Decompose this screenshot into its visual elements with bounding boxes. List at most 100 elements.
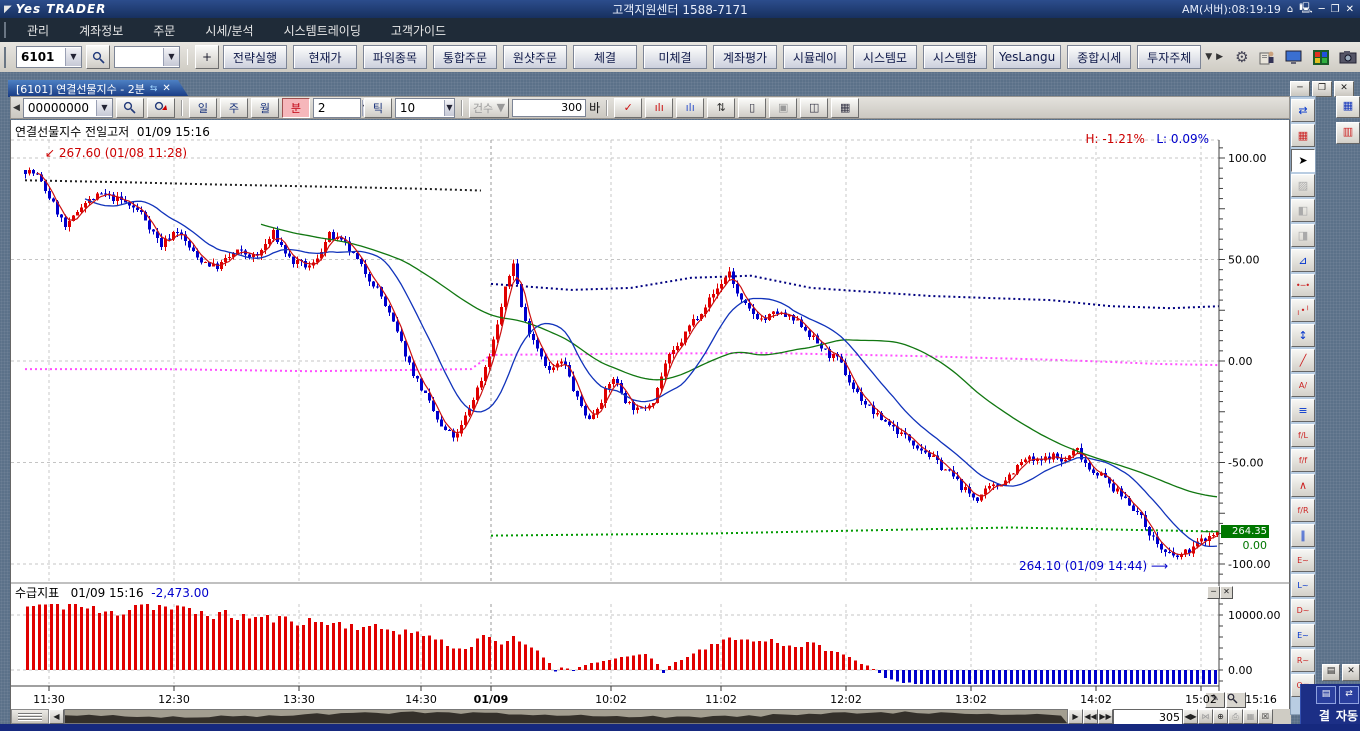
close-scroll-icon[interactable]: ☒ — [1258, 709, 1273, 724]
scrollbar-grip[interactable] — [11, 709, 49, 724]
tick-count-combo[interactable]: 10 ▼ — [395, 98, 455, 118]
toolbar-button-1[interactable]: 현재가 — [293, 45, 357, 69]
child-close-button[interactable]: ✕ — [1334, 81, 1354, 97]
multi-line-icon[interactable]: ≡ — [1291, 399, 1315, 422]
chart-window-tab[interactable]: [6101] 연결선물지수 - 2분 ⇆ ✕ — [8, 80, 189, 97]
toolbar-button-8[interactable]: 시뮬레이 — [783, 45, 847, 69]
toolbar-button-13[interactable]: 투자주체 — [1137, 45, 1201, 69]
d-wave-icon[interactable]: D~ — [1291, 599, 1315, 622]
toolbar-button-2[interactable]: 파워종목 — [363, 45, 427, 69]
toolbar-button-12[interactable]: 종합시세 — [1067, 45, 1131, 69]
restore-button[interactable]: ❐ — [1331, 4, 1340, 15]
cursor-icon[interactable]: ➤ — [1291, 149, 1315, 172]
symbol-combo[interactable]: 6101 ▼ — [16, 46, 82, 68]
period-button-월[interactable]: 월 — [251, 98, 279, 118]
multi-chart-icon[interactable]: ▦ — [1291, 124, 1315, 147]
new-page-icon[interactable]: ▯ — [738, 98, 766, 118]
chevron-down-icon[interactable]: ▼ — [96, 100, 112, 116]
elliott-wave-icon[interactable]: E~ — [1291, 549, 1315, 572]
menu-item-2[interactable]: 주문 — [153, 22, 175, 39]
menu-item-4[interactable]: 시스템트레이딩 — [284, 22, 361, 39]
menu-item-3[interactable]: 시세/분석 — [205, 22, 253, 39]
expand-bars-icon[interactable]: ◀▶ — [1183, 709, 1198, 724]
horizontal-line-icon[interactable]: •─• — [1291, 274, 1315, 297]
list-panel-icon[interactable]: ▤ — [1322, 664, 1340, 681]
layout-grid-icon[interactable]: ▦ — [1336, 96, 1360, 118]
chevron-down-icon[interactable]: ▼ — [1205, 52, 1212, 62]
toolbar-grip[interactable] — [4, 22, 11, 39]
crosshair-check-icon[interactable]: ✓ — [614, 98, 642, 118]
screen-layout-icon[interactable] — [1313, 50, 1329, 65]
sort-updown-icon[interactable]: ⇅ — [707, 98, 735, 118]
search-jump-button[interactable] — [147, 98, 175, 118]
bar-count-input[interactable] — [512, 99, 586, 117]
code-combo[interactable]: 00000000 ▼ — [23, 98, 113, 118]
red-chart-icon[interactable]: ▥ — [1336, 122, 1360, 144]
indicator-chart-icon[interactable]: ⊿ — [1291, 249, 1315, 272]
grid-settings-icon[interactable]: ▦ — [831, 98, 859, 118]
menu-item-5[interactable]: 고객가이드 — [391, 22, 446, 39]
signal-bars-icon[interactable]: ılı — [645, 98, 673, 118]
line-study-icon[interactable]: L~ — [1291, 574, 1315, 597]
candle-page-icon[interactable]: ◫ — [800, 98, 828, 118]
fibo-time-icon[interactable]: f/f — [1291, 449, 1315, 472]
chevron-right-icon[interactable]: ▶ — [1216, 52, 1223, 62]
settings-gear-icon[interactable]: ⚙ — [1235, 48, 1248, 66]
zoom-in-icon[interactable]: ⊕ — [1213, 709, 1228, 724]
toolbar-button-7[interactable]: 계좌평가 — [713, 45, 777, 69]
close-button[interactable]: ✕ — [1346, 4, 1354, 15]
tick-button[interactable]: 틱 — [364, 98, 392, 118]
toolbar-button-9[interactable]: 시스템모 — [853, 45, 917, 69]
symbol-search-button[interactable] — [86, 45, 110, 69]
toolbar-button-5[interactable]: 체결 — [573, 45, 637, 69]
period-button-일[interactable]: 일 — [189, 98, 217, 118]
toolbar-grip[interactable] — [4, 47, 6, 68]
toolbar-button-3[interactable]: 통합주문 — [433, 45, 497, 69]
child-minimize-button[interactable]: ─ — [1290, 81, 1310, 97]
add-button[interactable]: + — [195, 45, 219, 69]
toolbar-button-6[interactable]: 미체결 — [643, 45, 707, 69]
toolbar-button-10[interactable]: 시스템합 — [923, 45, 987, 69]
refresh-icon[interactable]: ⇄ — [1291, 99, 1315, 122]
search-button[interactable] — [116, 98, 144, 118]
scroll-fast-left-icon[interactable]: ◀◀ — [1083, 709, 1098, 724]
child-restore-button[interactable]: ❐ — [1312, 81, 1332, 97]
history-minimap[interactable] — [64, 709, 1068, 724]
trend-line-icon[interactable]: ╱ — [1291, 349, 1315, 372]
menu-item-0[interactable]: 관리 — [27, 22, 49, 39]
chevron-down-icon[interactable]: ▼ — [65, 48, 81, 66]
swap-arrows-icon[interactable]: ⇆ — [150, 84, 158, 94]
fibo-line-icon[interactable]: f/L — [1291, 424, 1315, 447]
text-tool-icon[interactable]: A/ — [1291, 374, 1315, 397]
toolbar-button-4[interactable]: 원샷주문 — [503, 45, 567, 69]
speed-fan-icon[interactable]: ∧ — [1291, 474, 1315, 497]
toolbar-button-0[interactable]: 전략실행 — [223, 45, 287, 69]
nav-left-icon[interactable]: ◀ — [13, 103, 20, 113]
sub-panel-minimize-button[interactable]: ─ — [1207, 586, 1220, 599]
candle-marker-icon[interactable]: ↕ — [1291, 324, 1315, 347]
volume-bars-icon[interactable]: ılı — [676, 98, 704, 118]
doc-list-icon[interactable]: ▤ — [1316, 686, 1336, 704]
auto-loop-icon[interactable]: ⇄ — [1339, 686, 1359, 704]
close-panel-icon[interactable]: ✕ — [1342, 664, 1360, 681]
r-wave-icon[interactable]: R~ — [1291, 649, 1315, 672]
chevron-down-icon[interactable]: ▼ — [163, 48, 179, 66]
symbol-name-combo[interactable]: ▼ — [114, 46, 180, 68]
scroll-fast-right-icon[interactable]: ▶▶ — [1098, 709, 1113, 724]
remote-monitor-icon[interactable]: 🖳 — [1299, 1, 1312, 18]
remote-monitor-icon[interactable] — [1285, 50, 1303, 65]
chart-canvas[interactable]: 100.0050.000.00-50.00-100.0010000.000.00 — [11, 120, 1291, 692]
home-icon[interactable]: ⌂ — [1287, 4, 1293, 15]
menu-item-1[interactable]: 계좌정보 — [79, 22, 123, 39]
interval-combo[interactable]: 2 ▼ — [313, 98, 361, 118]
chevron-down-icon[interactable]: ▼ — [444, 100, 454, 116]
customer-guide-icon[interactable] — [1259, 50, 1275, 65]
toolbar-button-11[interactable]: YesLangu — [993, 45, 1061, 69]
vertical-line-icon[interactable]: ╷•╵ — [1291, 299, 1315, 322]
sub-panel-close-button[interactable]: ✕ — [1220, 586, 1233, 599]
fibo-retrace-icon[interactable]: f/R — [1291, 499, 1315, 522]
scroll-left-icon[interactable]: ◀ — [49, 709, 64, 724]
tab-close-icon[interactable]: ✕ — [162, 83, 170, 94]
e-wave-icon[interactable]: E~ — [1291, 624, 1315, 647]
minimize-button[interactable]: ─ — [1319, 4, 1325, 15]
